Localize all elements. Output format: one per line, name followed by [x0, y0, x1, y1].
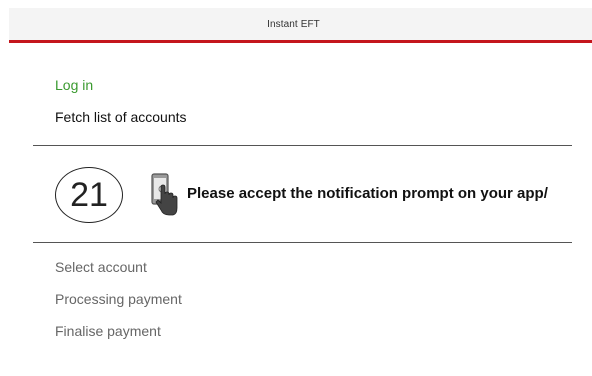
header-bar: Instant EFT	[9, 8, 592, 43]
notification-prompt-message: Please accept the notification prompt on…	[187, 185, 548, 202]
instant-eft-page: Instant EFT Log in Fetch list of account…	[0, 0, 592, 376]
divider-bottom	[33, 242, 572, 243]
header-title: Instant EFT	[267, 18, 320, 30]
step-select-account: Select account	[55, 259, 147, 275]
divider-top	[33, 145, 572, 146]
step-fetch-accounts: Fetch list of accounts	[55, 109, 187, 125]
countdown-value: 21	[70, 176, 108, 214]
step-processing-payment: Processing payment	[55, 291, 182, 307]
countdown-timer: 21	[55, 167, 123, 223]
phone-tap-icon	[151, 173, 178, 216]
step-login: Log in	[55, 77, 94, 93]
step-finalise-payment: Finalise payment	[55, 323, 161, 339]
